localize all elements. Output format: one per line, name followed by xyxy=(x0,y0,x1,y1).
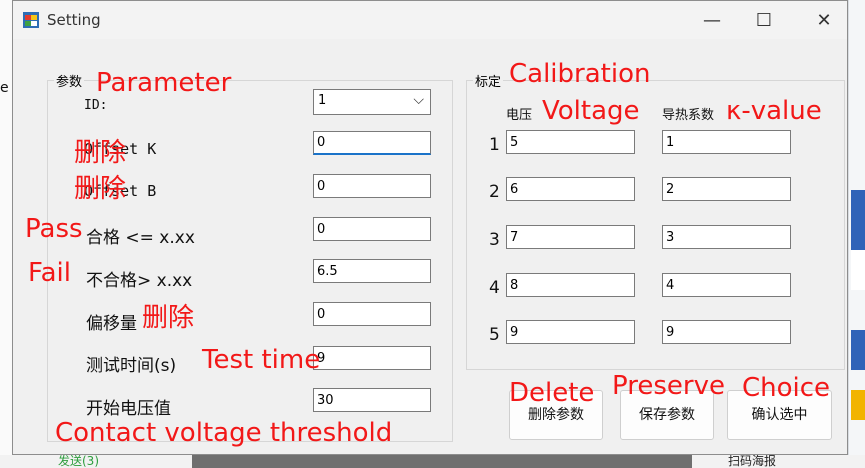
id-select[interactable]: 1 ⌵ xyxy=(313,89,431,115)
background-dark-strip xyxy=(192,455,692,468)
annotation-contact-voltage-threshold: Contact voltage threshold xyxy=(55,418,393,448)
test-time-input[interactable] xyxy=(313,346,431,370)
calibration-row-index: 3 xyxy=(489,230,500,250)
annotation-preserve: Preserve xyxy=(612,371,725,401)
calibration-k-input[interactable] xyxy=(662,177,791,201)
background-text: 发送(3) xyxy=(58,454,99,468)
background-app-bottom: 发送(3) 扫码海报 xyxy=(0,455,865,468)
annotation-delete-offset-k: 删除 xyxy=(74,138,127,168)
background-app-right xyxy=(848,0,865,468)
window-title: Setting xyxy=(47,11,101,29)
calibration-k-input[interactable] xyxy=(662,273,791,297)
background-image-block xyxy=(851,330,865,370)
calibration-row-index: 4 xyxy=(489,278,500,298)
id-select-value: 1 xyxy=(318,93,327,108)
offset-b-input[interactable] xyxy=(313,174,431,198)
pass-threshold-label: 合格 <= x.xx xyxy=(86,228,195,248)
calibration-row-index: 1 xyxy=(489,135,500,155)
calibration-voltage-input[interactable] xyxy=(506,130,635,154)
test-time-label: 测试时间(s) xyxy=(86,356,177,376)
calibration-voltage-input[interactable] xyxy=(506,320,635,344)
start-voltage-label: 开始电压值 xyxy=(86,399,171,419)
calibration-voltage-input[interactable] xyxy=(506,225,635,249)
annotation-choice: Choice xyxy=(742,373,831,403)
annotation-fail: Fail xyxy=(28,258,71,288)
close-button[interactable]: ✕ xyxy=(801,5,847,37)
offset-k-input[interactable] xyxy=(313,131,431,155)
annotation-delete-offset: 删除 xyxy=(142,303,195,333)
start-voltage-input[interactable] xyxy=(313,388,431,412)
annotation-k-value: κ-value xyxy=(726,96,822,126)
background-image-block xyxy=(851,390,865,420)
background-image-block xyxy=(851,250,865,290)
voltage-column-header: 电压 xyxy=(506,108,533,123)
calibration-k-input[interactable] xyxy=(662,130,791,154)
annotation-parameter: Parameter xyxy=(96,68,232,98)
calibration-k-input[interactable] xyxy=(662,320,791,344)
maximize-button[interactable]: ☐ xyxy=(741,5,787,37)
background-text: 扫码海报 xyxy=(728,454,777,468)
chevron-down-icon: ⌵ xyxy=(413,92,424,108)
annotation-voltage: Voltage xyxy=(542,96,640,126)
background-image-block xyxy=(851,190,865,250)
background-text: e xyxy=(0,80,9,96)
title-bar[interactable]: Setting — ☐ ✕ xyxy=(13,1,847,39)
background-app-left: e xyxy=(0,0,12,468)
annotation-delete-offset-b: 删除 xyxy=(74,174,127,204)
annotation-calibration: Calibration xyxy=(509,59,651,89)
minimize-button[interactable]: — xyxy=(689,5,735,37)
annotation-test-time: Test time xyxy=(202,345,321,375)
k-column-header: 导热系数 xyxy=(662,108,715,123)
annotation-delete: Delete xyxy=(509,378,595,408)
calibration-group-label: 标定 xyxy=(473,71,504,90)
winforms-app-icon xyxy=(23,12,39,28)
calibration-voltage-input[interactable] xyxy=(506,177,635,201)
calibration-row-index: 2 xyxy=(489,182,500,202)
annotation-pass: Pass xyxy=(25,214,83,244)
id-label: ID: xyxy=(84,98,108,113)
pass-threshold-input[interactable] xyxy=(313,217,431,241)
calibration-voltage-input[interactable] xyxy=(506,273,635,297)
parameter-group-label: 参数 xyxy=(54,71,85,90)
fail-threshold-input[interactable] xyxy=(313,259,431,283)
calibration-row-index: 5 xyxy=(489,325,500,345)
fail-threshold-label: 不合格> x.xx xyxy=(86,271,193,291)
calibration-k-input[interactable] xyxy=(662,225,791,249)
offset-input[interactable] xyxy=(313,302,431,326)
offset-label: 偏移量 xyxy=(86,314,137,334)
